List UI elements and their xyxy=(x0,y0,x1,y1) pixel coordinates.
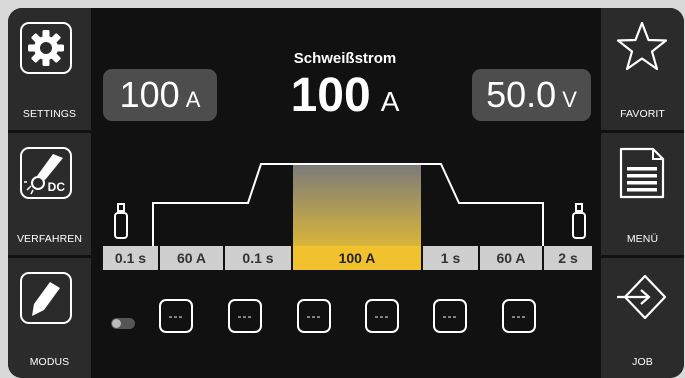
active-phase-highlight xyxy=(293,164,421,246)
seq-slope-up[interactable]: 0.1 s xyxy=(225,246,291,270)
job-label: JOB xyxy=(632,356,653,368)
seq-gas-pre[interactable]: 0.1 s xyxy=(103,246,158,270)
menu-document-icon xyxy=(617,145,667,206)
seq-slope-down[interactable]: 1 s xyxy=(423,246,478,270)
job-slot-2[interactable]: --- xyxy=(228,299,262,333)
main-panel: 100 A Schweißstrom 100 A 50.0 V 0.1 s 60… xyxy=(91,8,599,378)
pencil-icon xyxy=(20,272,72,324)
welding-display: SETTINGS DC VERFAHREN MODUS 100 A Schwei… xyxy=(8,8,684,378)
star-icon xyxy=(615,20,669,79)
seq-main-current[interactable]: 100 A xyxy=(293,246,421,270)
job-slot-3[interactable]: --- xyxy=(297,299,331,333)
torch-dc-icon: DC xyxy=(20,147,72,199)
favorit-button[interactable]: FAVORIT xyxy=(601,8,684,130)
dc-label: DC xyxy=(47,180,65,194)
menu-button[interactable]: MENÜ xyxy=(601,133,684,255)
seq-start-current[interactable]: 60 A xyxy=(160,246,223,270)
job-slot-6[interactable]: --- xyxy=(502,299,536,333)
verfahren-button[interactable]: DC VERFAHREN xyxy=(8,133,91,255)
verfahren-label: VERFAHREN xyxy=(16,233,83,245)
gas-bottle-left-icon xyxy=(114,203,128,239)
gear-icon xyxy=(20,22,72,74)
settings-label: SETTINGS xyxy=(22,108,77,120)
job-slot-5[interactable]: --- xyxy=(433,299,467,333)
favorit-label: FAVORIT xyxy=(620,108,665,120)
job-slot-1[interactable]: --- xyxy=(159,299,193,333)
settings-button[interactable]: SETTINGS xyxy=(8,8,91,130)
job-toggle[interactable] xyxy=(111,318,135,329)
seq-end-current[interactable]: 60 A xyxy=(480,246,542,270)
job-button[interactable]: JOB xyxy=(601,258,684,378)
modus-label: MODUS xyxy=(29,356,70,368)
modus-button[interactable]: MODUS xyxy=(8,258,91,378)
toggle-knob xyxy=(112,319,121,328)
gas-bottle-right-icon xyxy=(572,203,586,239)
job-arrow-icon xyxy=(615,270,669,329)
job-slot-4[interactable]: --- xyxy=(365,299,399,333)
menu-label: MENÜ xyxy=(626,233,659,245)
seq-gas-post[interactable]: 2 s xyxy=(544,246,592,270)
